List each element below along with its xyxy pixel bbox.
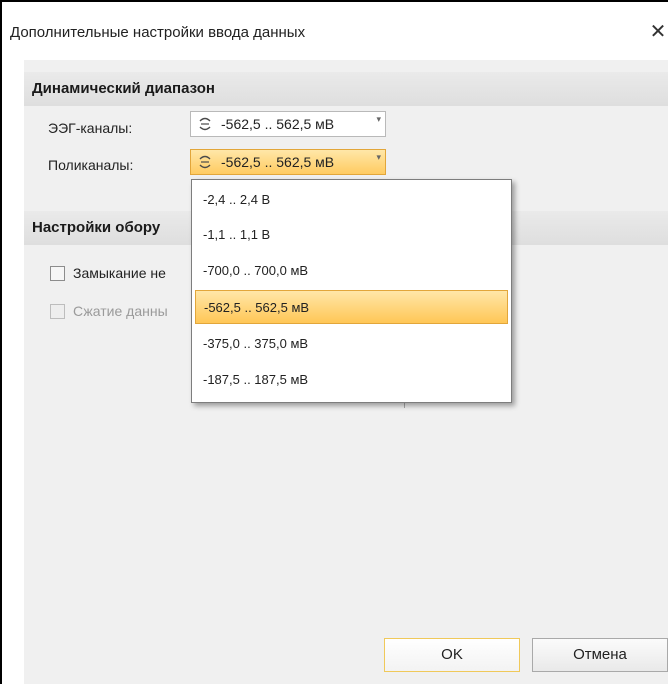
dropdown-option[interactable]: -1,1 .. 1,1 В bbox=[195, 218, 508, 252]
eeg-range-combo[interactable]: -562,5 .. 562,5 мВ ▾ bbox=[190, 111, 386, 137]
short-circuit-label: Замыкание не bbox=[73, 265, 166, 281]
eeg-channels-label: ЭЭГ-каналы: bbox=[48, 120, 133, 136]
compression-label: Сжатие данны bbox=[73, 303, 168, 319]
range-icon bbox=[199, 155, 211, 169]
poly-range-combo[interactable]: -562,5 .. 562,5 мВ ▾ bbox=[190, 149, 386, 175]
poly-range-value: -562,5 .. 562,5 мВ bbox=[221, 154, 335, 170]
dropdown-option[interactable]: -2,4 .. 2,4 В bbox=[195, 183, 508, 217]
dropdown-option[interactable]: -375,0 .. 375,0 мВ bbox=[195, 327, 508, 361]
section-header-dynamic-range: Динамический диапазон bbox=[24, 72, 668, 106]
range-dropdown-list[interactable]: -2,4 .. 2,4 В -1,1 .. 1,1 В -700,0 .. 70… bbox=[191, 179, 512, 403]
chevron-down-icon: ▾ bbox=[376, 152, 381, 162]
range-icon bbox=[199, 117, 211, 131]
eeg-range-value: -562,5 .. 562,5 мВ bbox=[221, 116, 335, 132]
dropdown-option-selected[interactable]: -562,5 .. 562,5 мВ bbox=[195, 290, 508, 324]
poly-channels-label: Поликаналы: bbox=[48, 157, 134, 173]
chevron-down-icon: ▾ bbox=[376, 114, 381, 124]
close-icon[interactable]: ✕ bbox=[648, 18, 668, 46]
ok-button[interactable]: OK bbox=[384, 638, 520, 672]
compression-checkbox bbox=[50, 304, 65, 319]
title-bar: Дополнительные настройки ввода данных ✕ bbox=[2, 2, 668, 60]
dropdown-option[interactable]: -187,5 .. 187,5 мВ bbox=[195, 363, 508, 397]
short-circuit-checkbox[interactable] bbox=[50, 266, 65, 281]
dropdown-option[interactable]: -700,0 .. 700,0 мВ bbox=[195, 254, 508, 288]
cancel-button[interactable]: Отмена bbox=[532, 638, 668, 672]
dialog-title: Дополнительные настройки ввода данных bbox=[10, 24, 306, 41]
